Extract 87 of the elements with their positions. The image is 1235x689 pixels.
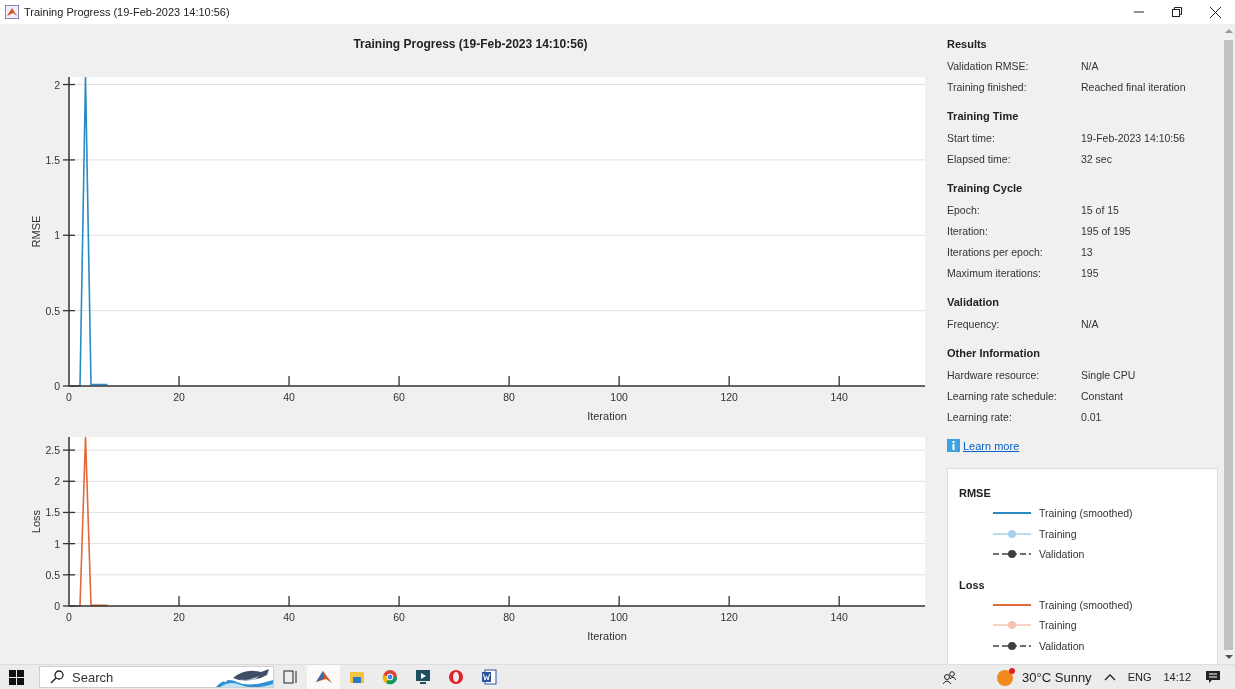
tick-label: 0 [66, 391, 72, 403]
tick-label: 1 [54, 229, 60, 242]
language-indicator[interactable]: ENG [1127, 671, 1152, 683]
info-label: Validation RMSE: [947, 59, 1030, 72]
tick-label: 2 [54, 475, 60, 488]
info-label: Iterations per epoch: [947, 245, 1044, 258]
section-heading: Training Cycle [947, 181, 1024, 196]
matlab-icon[interactable] [307, 665, 340, 689]
legend-title: Loss [959, 577, 986, 593]
close-icon [1209, 6, 1221, 18]
legend-label: Training (smoothed) [1039, 598, 1133, 611]
info-value: 195 [1081, 266, 1099, 279]
info-value: 15 of 15 [1081, 203, 1119, 216]
info-label: Learning rate schedule: [947, 389, 1058, 402]
axis-label: RMSE [30, 215, 42, 248]
tick-label: 80 [503, 611, 515, 623]
tick-label: 60 [393, 391, 405, 403]
section-heading: Results [947, 37, 988, 52]
section-heading: Validation [947, 295, 1000, 310]
windows-logo-icon [9, 669, 24, 685]
tick-label: 1.5 [45, 506, 60, 519]
figure-title: Training Progress (19-Feb-2023 14:10:56) [352, 37, 589, 53]
learn-more-link[interactable]: Learn more [963, 439, 1020, 452]
people-icon[interactable] [942, 670, 957, 684]
search-field[interactable]: Search [39, 666, 274, 688]
legend-label: Training [1039, 527, 1077, 540]
tick-label: 20 [173, 611, 185, 623]
tick-label: 120 [720, 611, 738, 623]
legend-label: Validation [1039, 639, 1085, 652]
tick-label: 0.5 [45, 568, 60, 581]
tick-label: 120 [720, 391, 738, 403]
info-icon [947, 439, 960, 452]
info-value: 195 of 195 [1081, 224, 1131, 237]
legend-label: Training [1039, 619, 1077, 632]
info-value: 0.01 [1081, 410, 1102, 423]
weather-text[interactable]: 30°C Sunny [1022, 669, 1092, 685]
info-value: N/A [1081, 317, 1099, 330]
caret-up-icon[interactable] [1103, 673, 1116, 681]
info-label: Start time: [947, 131, 996, 144]
window-title: Training Progress (19-Feb-2023 14:10:56) [24, 6, 231, 18]
legend-label: Training (smoothed) [1039, 507, 1133, 520]
legend-label: Validation [1039, 548, 1085, 561]
tick-label: 0.5 [45, 304, 60, 317]
info-value: 19-Feb-2023 14:10:56 [1081, 131, 1185, 144]
tick-label: 2.5 [45, 444, 60, 457]
tick-label: 20 [173, 391, 185, 403]
tick-label: 1.5 [45, 153, 60, 166]
scroll-down-icon[interactable] [1224, 654, 1233, 660]
info-label: Iteration: [947, 224, 989, 237]
info-label: Maximum iterations: [947, 266, 1042, 279]
info-label: Epoch: [947, 203, 981, 216]
notification-icon[interactable] [1205, 669, 1221, 685]
info-value: 32 sec [1081, 152, 1112, 165]
tick-label: 140 [830, 611, 848, 623]
tick-label: 100 [610, 611, 628, 623]
legend-title: RMSE [959, 486, 992, 501]
tick-label: 40 [283, 391, 295, 403]
restore-icon [1172, 7, 1182, 17]
info-label: Elapsed time: [947, 152, 1012, 165]
tick-label: 60 [393, 611, 405, 623]
axis-label: Loss [30, 509, 42, 534]
tick-label: 0 [54, 600, 60, 612]
tick-label: 0 [54, 380, 60, 392]
tick-label: 100 [610, 391, 628, 403]
axis-label: Iteration [587, 630, 627, 642]
search-icon [50, 670, 64, 684]
tick-label: 40 [283, 611, 295, 623]
info-label: Hardware resource: [947, 368, 1041, 381]
section-heading: Training Time [947, 109, 1020, 124]
axis-label: Iteration [587, 410, 627, 422]
info-label: Training finished: [947, 80, 1028, 93]
info-value: N/A [1081, 59, 1099, 72]
info-label: Frequency: [947, 317, 1001, 330]
tick-label: 0 [66, 611, 72, 623]
info-label: Learning rate: [947, 410, 1013, 423]
clock[interactable]: 14:12 [1163, 671, 1191, 683]
info-value: Single CPU [1081, 368, 1136, 381]
info-value: Constant [1081, 389, 1124, 402]
info-value: 13 [1081, 245, 1093, 258]
tick-label: 2 [54, 78, 60, 91]
tick-label: 80 [503, 391, 515, 403]
info-value: Reached final iteration [1081, 80, 1186, 93]
app-icon [5, 5, 19, 19]
weather-icon[interactable] [996, 667, 1017, 687]
tick-label: 1 [54, 537, 60, 550]
tick-label: 140 [830, 391, 848, 403]
section-heading: Other Information [947, 346, 1041, 361]
